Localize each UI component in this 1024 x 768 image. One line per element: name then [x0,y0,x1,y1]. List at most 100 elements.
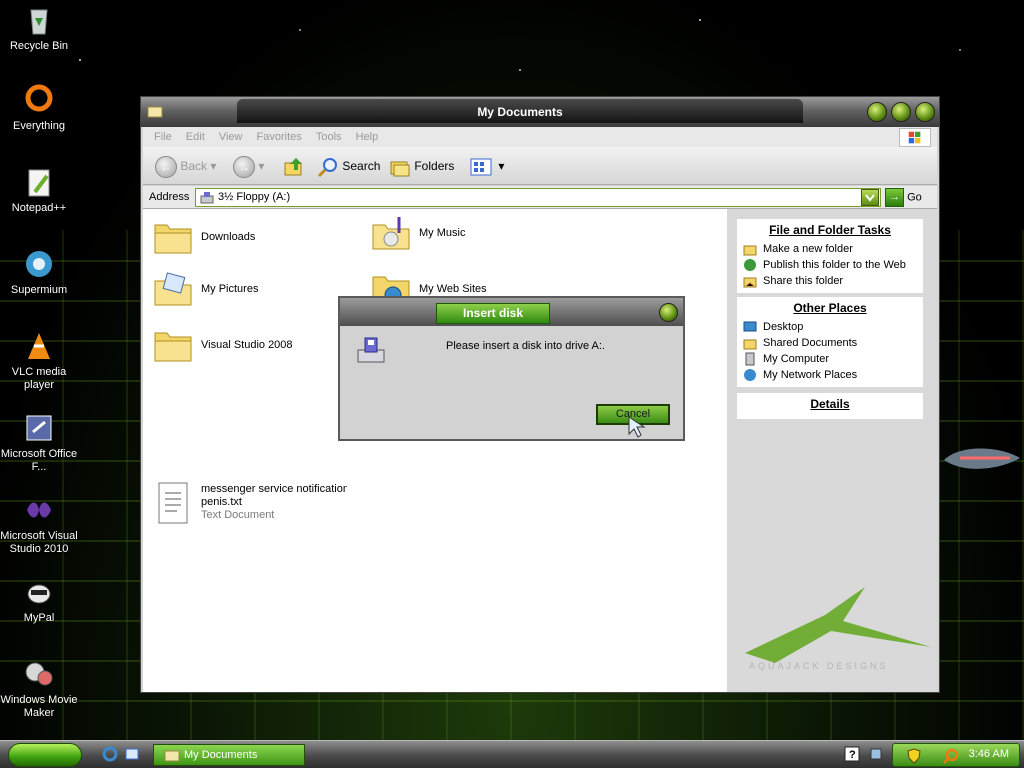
file-name-line1: messenger service notification [201,483,347,495]
address-dropdown-button[interactable] [861,189,879,206]
movie-maker-icon [25,662,53,686]
search-label: Search [342,159,381,173]
menu-file[interactable]: File [154,127,172,147]
file-text-document[interactable]: messenger service notification penis.txt… [153,481,347,529]
title-bar[interactable]: My Documents [141,97,939,127]
internet-explorer-icon[interactable] [102,746,118,762]
place-my-computer[interactable]: My Computer [743,351,917,367]
close-button[interactable] [915,102,935,122]
other-places-heading[interactable]: Other Places [743,301,917,315]
item-label: Downloads [201,231,256,243]
maximize-button[interactable] [891,102,911,122]
folder-icon [164,750,180,762]
network-icon [744,369,756,382]
desktop-icon-vlc[interactable]: VLC media player [0,330,78,392]
item-label: My Web Sites [419,283,487,295]
task-publish-web[interactable]: Publish this folder to the Web [743,257,917,273]
dialog-title-bar[interactable]: Insert disk [340,298,683,326]
place-shared-documents[interactable]: Shared Documents [743,335,917,351]
menu-help[interactable]: Help [356,127,379,147]
desktop-icon-visual-studio[interactable]: Microsoft Visual Studio 2010 [0,494,78,556]
address-value: 3½ Floppy (A:) [218,191,291,203]
office-icon [26,415,52,441]
menu-favorites[interactable]: Favorites [257,127,302,147]
taskbar: My Documents ? 3:46 AM [0,740,1024,768]
folders-label: Folders [414,159,455,173]
system-tray: 3:46 AM [892,743,1020,767]
music-folder-icon [372,217,410,250]
back-arrow-icon: ← [155,155,177,178]
desktop-icon-label: MyPal [23,612,55,624]
language-bar-icon[interactable] [868,746,884,762]
security-shield-icon[interactable] [907,748,921,764]
details-heading[interactable]: Details [743,397,917,411]
views-icon [470,158,492,176]
back-button[interactable]: ← Back ▾ [155,155,216,178]
folder-downloads[interactable]: Downloads [153,219,353,259]
new-folder-icon [743,245,757,256]
desktop-icon-label: Notepad++ [11,202,67,214]
menu-tools[interactable]: Tools [316,127,342,147]
menu-edit[interactable]: Edit [186,127,205,147]
desktop-icon-mypal[interactable]: MyPal [0,576,78,625]
desktop-icon-everything[interactable]: Everything [0,84,78,133]
desktop-icon-movie-maker[interactable]: Windows Movie Maker [0,658,78,720]
chevron-down-icon [865,194,875,202]
address-input[interactable]: 3½ Floppy (A:) [195,188,881,207]
back-label: Back [180,159,208,173]
folder-icon [743,339,757,350]
minimize-button[interactable] [867,102,887,122]
task-share-folder[interactable]: Share this folder [743,273,917,289]
go-label: Go [907,191,922,204]
svg-text:?: ? [849,749,856,761]
help-icon[interactable]: ? [844,746,860,762]
windows-logo-icon [899,128,931,147]
forward-button[interactable]: → ▾ [233,155,265,178]
folders-button[interactable]: Folders [389,155,454,177]
folder-icon [154,332,192,362]
file-name-line2: penis.txt [201,496,242,508]
views-button[interactable]: ▾ [469,155,504,177]
supermium-icon [26,251,52,277]
item-label: My Pictures [201,283,259,295]
chevron-down-icon: ▾ [498,159,505,173]
taskbar-my-documents[interactable]: My Documents [153,744,305,766]
clock[interactable]: 3:46 AM [969,748,1009,760]
item-label: My Music [419,227,466,239]
desktop-icon-office[interactable]: Microsoft Office F... [0,412,78,474]
floppy-drive-icon [357,337,385,363]
mypal-icon [27,584,51,604]
task-make-new-folder[interactable]: Make a new folder [743,241,917,257]
start-button[interactable] [8,743,82,767]
floppy-drive-icon [200,192,214,204]
place-label: Shared Documents [763,337,858,349]
dialog-title: Insert disk [436,303,550,324]
forward-arrow-icon: → [233,155,255,178]
go-button[interactable]: → Go [885,188,922,207]
menu-view[interactable]: View [219,127,243,147]
search-button[interactable]: Search [317,155,380,177]
place-label: Desktop [763,321,804,333]
folder-my-pictures[interactable]: My Pictures [153,271,353,315]
svg-text:AQUAJACK DESIGNS: AQUAJACK DESIGNS [749,661,889,671]
search-tray-icon[interactable] [943,748,959,764]
chevron-down-icon: ▾ [258,159,265,173]
menu-bar: File Edit View Favorites Tools Help [143,127,937,147]
folder-visual-studio-2008[interactable]: Visual Studio 2008 [153,327,353,371]
desktop-icon-label: Windows Movie Maker [0,694,78,719]
file-folder-tasks-heading[interactable]: File and Folder Tasks [743,223,917,237]
everything-icon [25,84,53,112]
show-desktop-icon[interactable] [124,746,140,762]
desktop-icon-notepadpp[interactable]: Notepad++ [0,166,78,215]
place-desktop[interactable]: Desktop [743,319,917,335]
vlc-icon [28,333,50,359]
task-label: Make a new folder [763,243,853,255]
folders-icon [390,161,410,177]
desktop-icon-supermium[interactable]: Supermium [0,248,78,297]
up-folder-button[interactable] [283,155,305,177]
place-my-network-places[interactable]: My Network Places [743,367,917,383]
dialog-close-button[interactable] [659,303,678,322]
desktop-icon [743,321,757,332]
desktop-icon-recycle-bin[interactable]: Recycle Bin [0,4,78,53]
folder-my-music[interactable]: My Music [371,215,571,259]
